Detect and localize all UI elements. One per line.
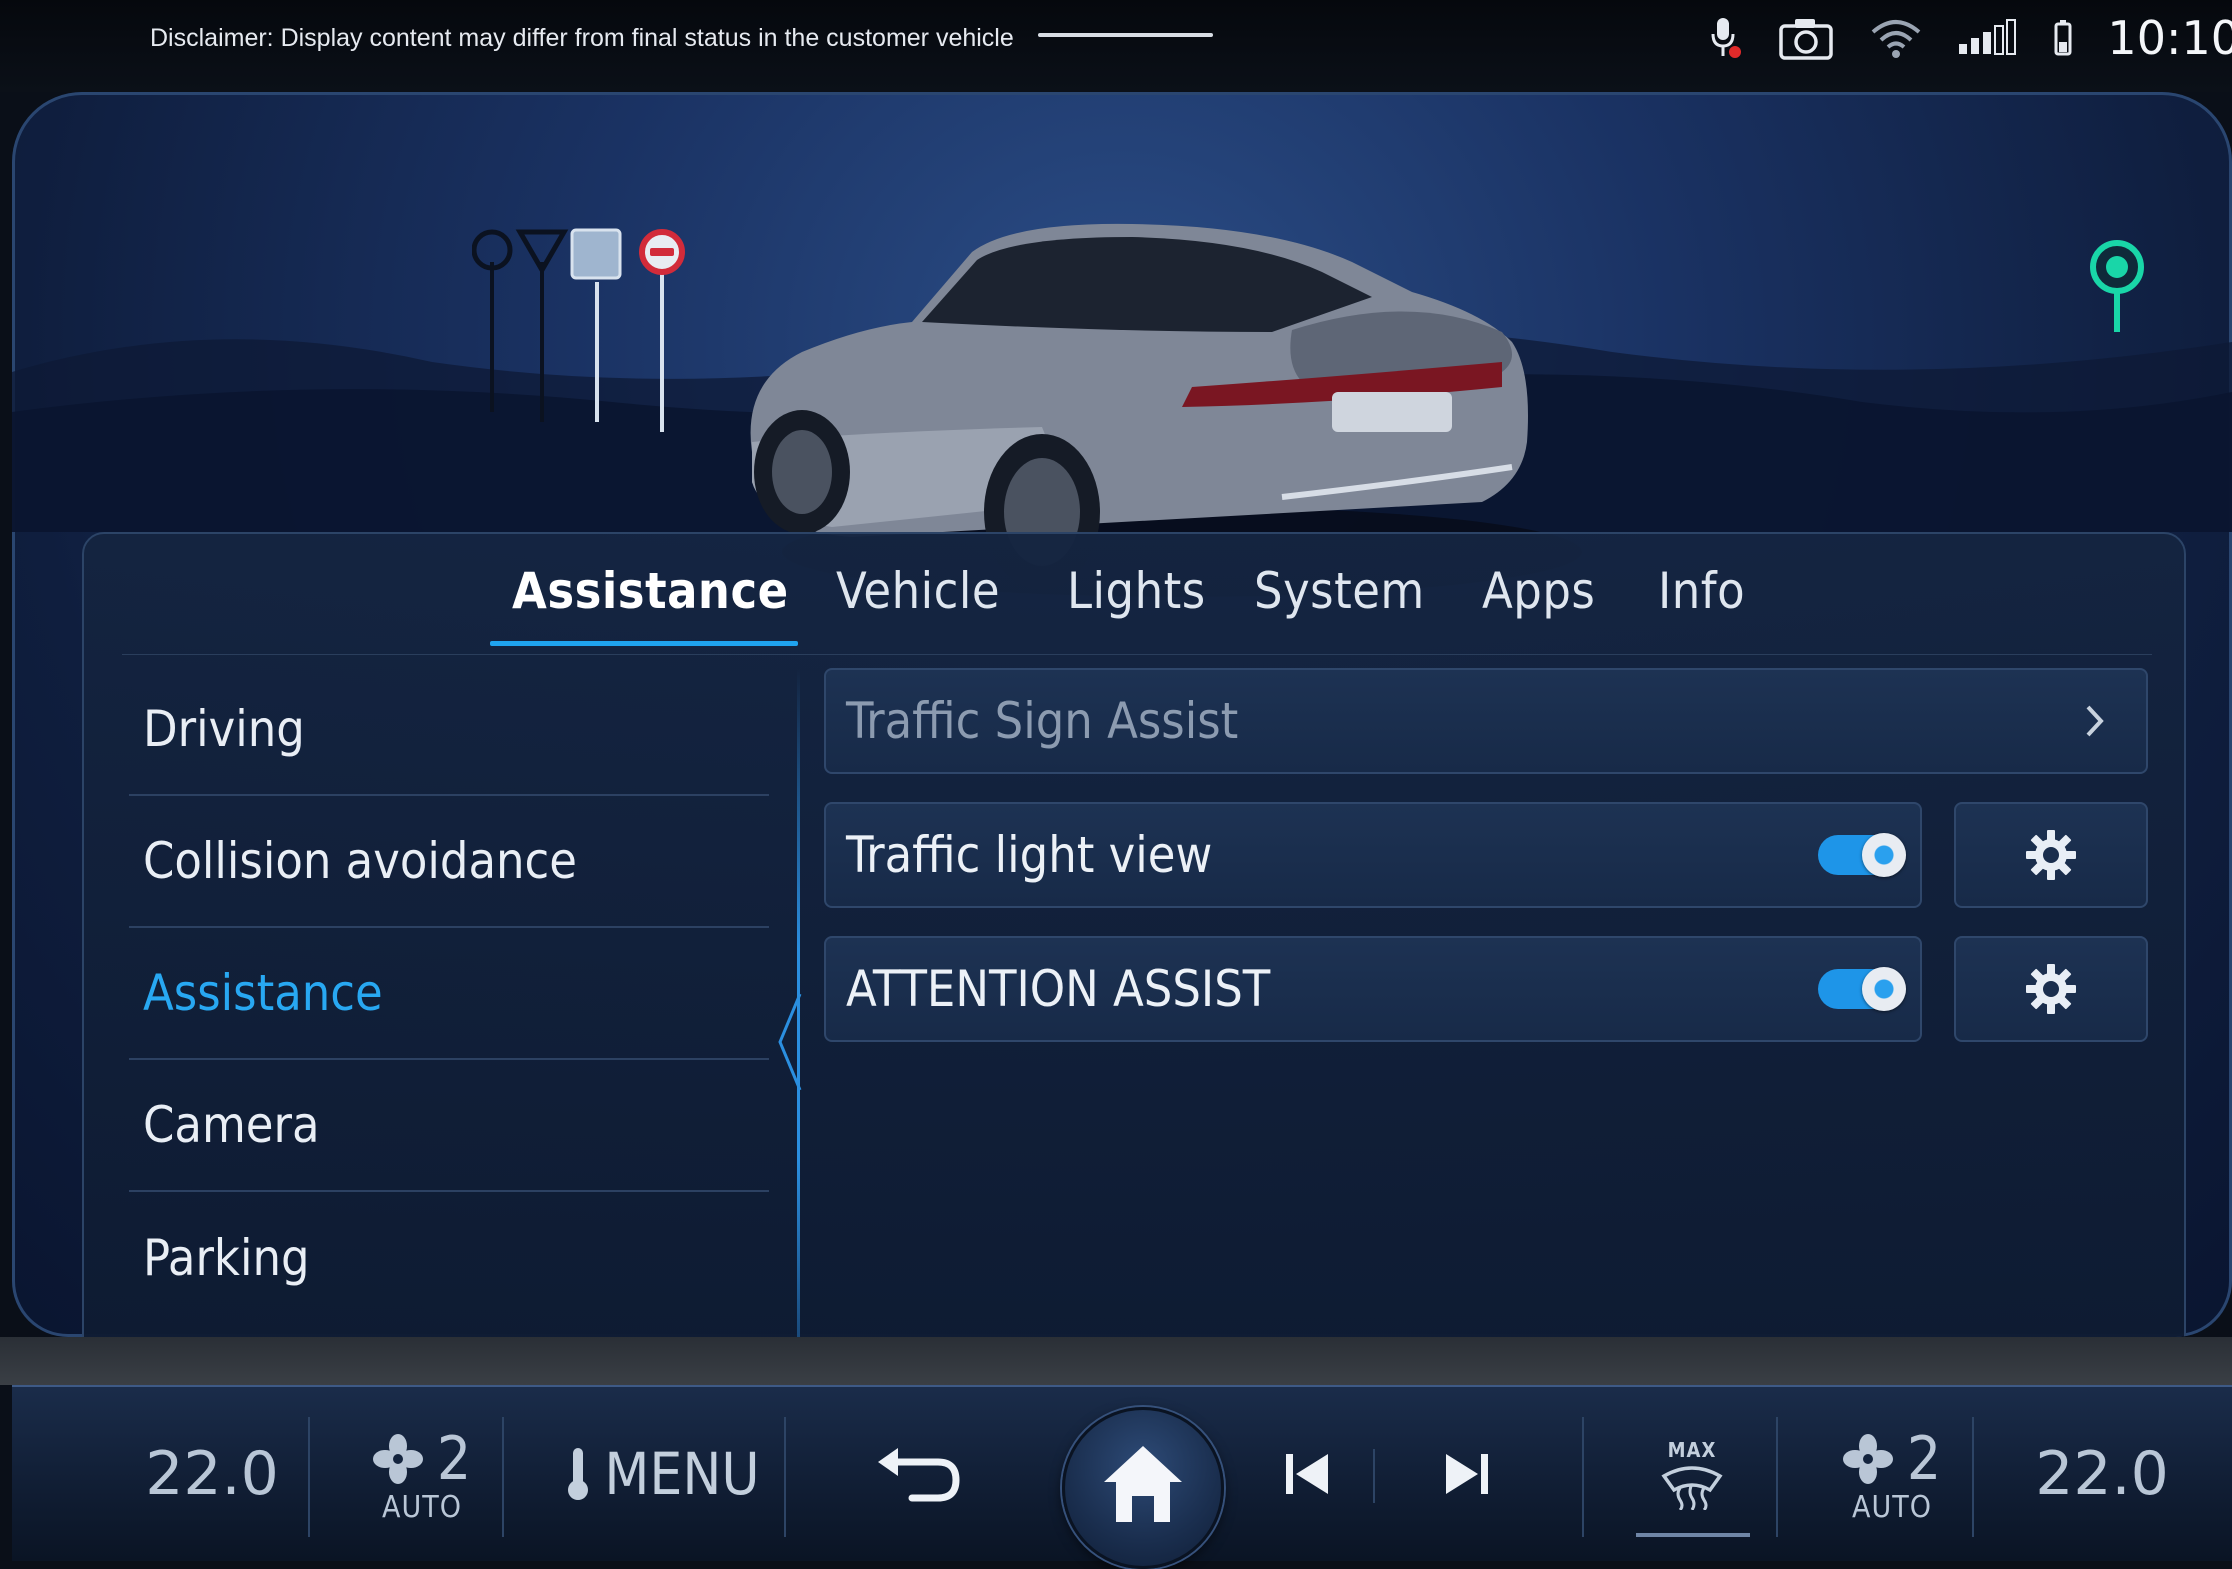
separator bbox=[784, 1417, 786, 1537]
category-driving[interactable]: Driving bbox=[129, 664, 769, 796]
settings-card: Assistance Vehicle Lights System Apps In… bbox=[82, 532, 2186, 1337]
menu-label: MENU bbox=[604, 1440, 760, 1508]
separator bbox=[1972, 1417, 1974, 1537]
left-temperature-value: 22.0 bbox=[145, 1439, 279, 1509]
left-fan-level: 2 bbox=[436, 1423, 472, 1494]
previous-track-button[interactable] bbox=[1252, 1387, 1362, 1561]
main-panel: Assistance Vehicle Lights System Apps In… bbox=[12, 92, 2232, 1337]
microphone-icon bbox=[1707, 14, 1743, 62]
home-icon bbox=[1104, 1446, 1182, 1522]
next-track-button[interactable] bbox=[1412, 1387, 1522, 1561]
traffic-light-view-row[interactable]: Traffic light view bbox=[824, 802, 1922, 908]
skip-next-icon bbox=[1446, 1454, 1488, 1494]
right-fan-control[interactable]: 2 AUTO bbox=[1812, 1387, 1972, 1561]
category-collision-avoidance[interactable]: Collision avoidance bbox=[129, 796, 769, 928]
status-icons: 10:10 bbox=[1707, 8, 2232, 68]
tab-vehicle[interactable]: Vehicle bbox=[836, 562, 1000, 620]
chevron-right-icon bbox=[2086, 705, 2104, 737]
thermometer-icon bbox=[568, 1448, 589, 1500]
tab-system[interactable]: System bbox=[1254, 562, 1425, 620]
divider-strip bbox=[0, 1337, 2232, 1385]
climate-control-bar: 22.0 2 AUTO MENU MAX 2 AUTO 22.0 bbox=[12, 1385, 2232, 1569]
signal-strength-icon bbox=[1957, 18, 2019, 58]
location-pin-icon bbox=[2090, 240, 2144, 332]
defrost-icon bbox=[1661, 1466, 1723, 1510]
category-list: Driving Collision avoidance Assistance C… bbox=[129, 664, 769, 1324]
disclaimer-underline bbox=[1038, 33, 1213, 37]
gear-icon bbox=[2026, 964, 2076, 1014]
separator bbox=[308, 1417, 310, 1537]
right-temperature[interactable]: 22.0 bbox=[2002, 1387, 2202, 1561]
category-parking[interactable]: Parking bbox=[129, 1192, 769, 1324]
traffic-signs-illustration bbox=[472, 228, 685, 432]
attention-assist-toggle[interactable] bbox=[1818, 967, 1906, 1011]
square-sign-icon bbox=[570, 228, 622, 280]
traffic-sign-assist-label: Traffic Sign Assist bbox=[846, 692, 1239, 750]
disclaimer-text: Disclaimer: Display content may differ f… bbox=[150, 24, 1014, 52]
tab-divider bbox=[122, 654, 2152, 655]
tab-assistance[interactable]: Assistance bbox=[512, 562, 789, 620]
camera-icon bbox=[1777, 14, 1835, 62]
separator bbox=[502, 1417, 504, 1537]
max-defrost-indicator bbox=[1636, 1533, 1750, 1537]
category-assistance[interactable]: Assistance bbox=[129, 928, 769, 1060]
separator bbox=[1776, 1417, 1778, 1537]
attention-assist-label: ATTENTION ASSIST bbox=[846, 960, 1271, 1018]
attention-assist-settings-button[interactable] bbox=[1954, 936, 2148, 1042]
battery-icon bbox=[2053, 18, 2073, 58]
category-camera[interactable]: Camera bbox=[129, 1060, 769, 1192]
max-defrost-label: MAX bbox=[1667, 1438, 1717, 1462]
fan-icon bbox=[1842, 1433, 1893, 1484]
tab-lights[interactable]: Lights bbox=[1067, 562, 1206, 620]
right-temperature-value: 22.0 bbox=[2035, 1439, 2169, 1509]
tab-bar: Assistance Vehicle Lights System Apps In… bbox=[84, 534, 2184, 654]
selection-notch bbox=[778, 994, 802, 1090]
back-arrow-icon bbox=[878, 1448, 960, 1502]
right-fan-level: 2 bbox=[1906, 1423, 1942, 1494]
tab-apps[interactable]: Apps bbox=[1482, 562, 1595, 620]
attention-assist-row[interactable]: ATTENTION ASSIST bbox=[824, 936, 1922, 1042]
gear-icon bbox=[2026, 830, 2076, 880]
climate-menu-button[interactable]: MENU bbox=[542, 1387, 782, 1561]
traffic-light-view-settings-button[interactable] bbox=[1954, 802, 2148, 908]
separator bbox=[1582, 1417, 1584, 1537]
fan-icon bbox=[372, 1433, 423, 1484]
back-button[interactable] bbox=[842, 1387, 992, 1561]
wifi-icon bbox=[1869, 16, 1923, 60]
tab-info[interactable]: Info bbox=[1658, 562, 1745, 620]
active-tab-indicator bbox=[490, 641, 798, 646]
traffic-light-view-toggle[interactable] bbox=[1818, 833, 1906, 877]
left-fan-mode: AUTO bbox=[382, 1489, 462, 1525]
status-bar: Disclaimer: Display content may differ f… bbox=[0, 0, 2232, 92]
skip-previous-icon bbox=[1286, 1454, 1328, 1494]
traffic-sign-assist-row[interactable]: Traffic Sign Assist bbox=[824, 668, 2148, 774]
traffic-light-view-label: Traffic light view bbox=[846, 826, 1213, 884]
home-button[interactable] bbox=[1062, 1407, 1224, 1569]
clock: 10:10 bbox=[2107, 11, 2232, 65]
right-fan-mode: AUTO bbox=[1852, 1489, 1932, 1525]
left-temperature[interactable]: 22.0 bbox=[112, 1387, 312, 1561]
separator bbox=[1373, 1449, 1375, 1503]
left-fan-control[interactable]: 2 AUTO bbox=[342, 1387, 502, 1561]
